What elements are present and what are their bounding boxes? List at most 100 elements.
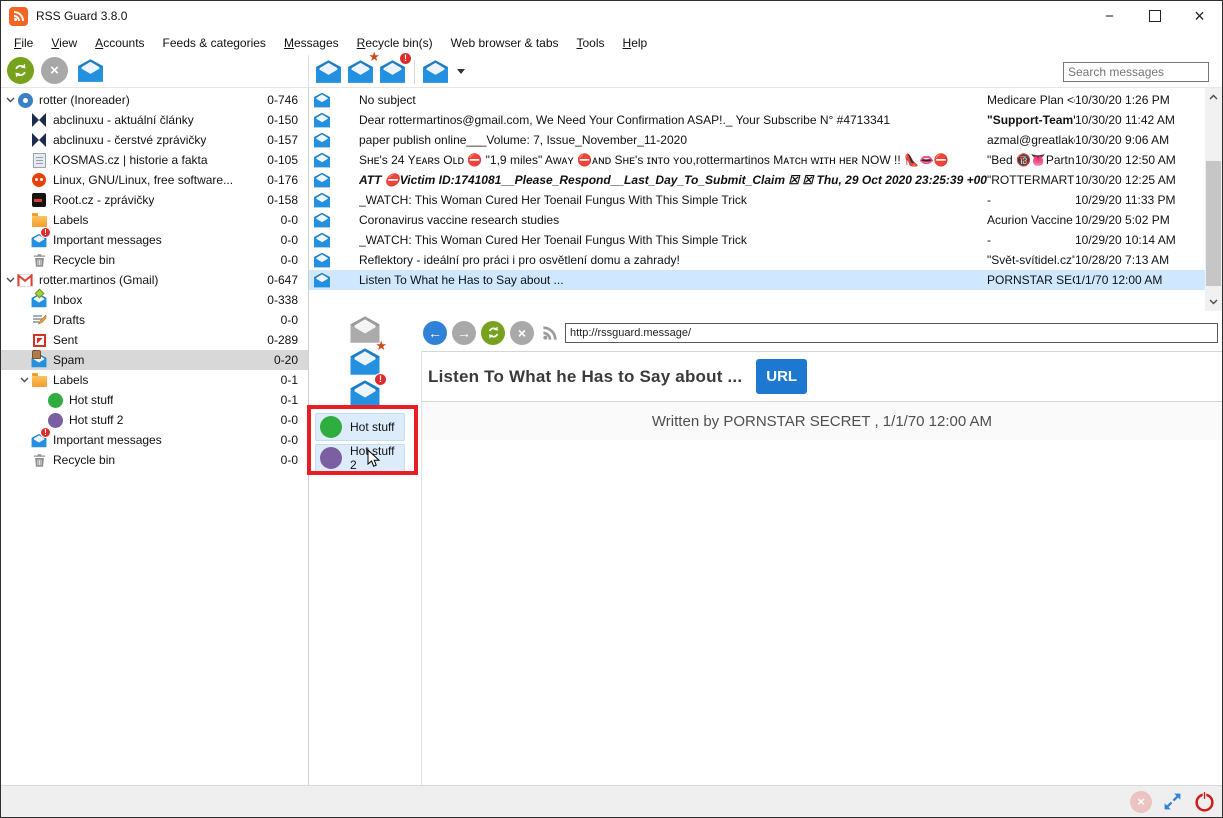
abclinuxu-icon [32,133,46,147]
exclamation-badge-icon: ! [40,427,51,438]
mark-message-important-button[interactable]: ★ [345,58,375,85]
mark-important-button[interactable]: ★ [348,347,382,375]
message-row[interactable]: ATT ⛔Victim ID:1741081__Please_Respond__… [309,170,1222,190]
menu-tools[interactable]: Tools [568,33,614,53]
envelope-icon [313,172,331,188]
chevron-down-icon[interactable] [3,277,17,283]
close-button[interactable]: × [1177,1,1222,31]
drafts-pencil-icon [32,313,47,327]
chevron-down-icon[interactable] [3,97,17,103]
folder-icon [32,216,47,227]
address-bar-input[interactable] [565,323,1218,343]
message-row[interactable]: Coronavirus vaccine research studies Acu… [309,210,1222,230]
message-body [421,440,1222,785]
stop-button[interactable]: × [510,321,534,345]
menu-help[interactable]: Help [614,33,657,53]
envelope-icon [313,92,331,108]
mark-message-read-button[interactable] [313,58,343,85]
envelope-icon [313,112,331,128]
scroll-down-icon[interactable] [1205,294,1222,310]
stop-running-tasks-button[interactable]: × [41,57,68,84]
feed-item-linux-gnu[interactable]: Linux, GNU/Linux, free software... 0-176 [1,170,308,190]
feed-item-kosmas[interactable]: KOSMAS.cz | historie a fakta 0-105 [1,150,308,170]
message-actions-dropdown-button[interactable] [420,58,450,85]
menu-view[interactable]: View [42,33,86,53]
message-list-scrollbar[interactable] [1205,88,1222,311]
message-row-selected[interactable]: Listen To What he Has to Say about ... P… [309,270,1222,290]
exclamation-badge-icon: ! [40,227,51,238]
label-circle-purple-icon [48,413,63,428]
inoreader-icon [18,93,33,108]
mark-all-read-button[interactable] [75,57,105,84]
feed-item-rootcz[interactable]: Root.cz - zprávičky 0-158 [1,190,308,210]
message-row[interactable]: Reflektory - ideální pro práci i pro osv… [309,250,1222,270]
forward-button[interactable]: → [452,321,476,345]
message-row[interactable]: paper publish online___Volume: 7, Issue_… [309,130,1222,150]
message-row[interactable]: Dear rottermartinos@gmail.com, We Need Y… [309,110,1222,130]
back-button[interactable]: ← [423,321,447,345]
feed-item-important-inoreader[interactable]: ! Important messages 0-0 [1,230,308,250]
feed-item-drafts[interactable]: Drafts 0-0 [1,310,308,330]
toolbar-row: × ★ ! [1,55,1222,88]
dropdown-caret-icon[interactable] [457,69,465,74]
feed-item-sent[interactable]: Sent 0-289 [1,330,308,350]
abclinuxu-icon [32,113,46,127]
feed-item-recycle-inoreader[interactable]: Recycle bin 0-0 [1,250,308,270]
mark-message-unread-button[interactable]: ! [377,58,407,85]
label-button-hot-stuff-2[interactable]: Hot stuff 2 [315,444,405,472]
message-row[interactable]: _WATCH: This Woman Cured Her Toenail Fun… [309,230,1222,250]
app-window: RSS Guard 3.8.0 − × File View Accounts F… [0,0,1223,818]
fullscreen-toggle-button[interactable] [1162,791,1183,812]
exclamation-badge-icon: ! [374,373,387,386]
chevron-down-icon[interactable] [17,377,31,383]
envelope-icon [313,272,331,288]
menu-recycle-bins[interactable]: Recycle bin(s) [348,33,442,53]
feed-item-inoreader-account[interactable]: rotter (Inoreader) 0-746 [1,90,308,110]
label-button-hot-stuff[interactable]: Hot stuff [315,413,405,441]
messages-toolbar: ★ ! [313,58,465,85]
message-url-button[interactable]: URL [756,359,807,394]
feed-item-inbox[interactable]: Inbox 0-338 [1,290,308,310]
message-row[interactable]: No subject Medicare Plan <e... 10/30/20 … [309,90,1222,110]
scrollbar-thumb[interactable] [1206,161,1221,286]
feed-item-gmail-account[interactable]: rotter.martinos (Gmail) 0-647 [1,270,308,290]
label-circle-green-icon [48,393,63,408]
mark-unread-button[interactable]: ! [348,379,382,407]
feed-item-spam[interactable]: Spam 0-20 [1,350,308,370]
minimize-button[interactable]: − [1087,1,1132,31]
mouse-cursor-icon [367,449,381,469]
reddit-icon [32,173,46,187]
menu-file[interactable]: File [5,33,42,53]
label-circle-green-icon [320,416,342,438]
menu-bar: File View Accounts Feeds & categories Me… [1,31,1222,55]
quit-power-button[interactable] [1193,790,1216,813]
scroll-up-icon[interactable] [1205,89,1222,105]
maximize-button[interactable] [1132,1,1177,31]
message-row[interactable]: _WATCH: This Woman Cured Her Toenail Fun… [309,190,1222,210]
feed-item-recycle-gmail[interactable]: Recycle bin 0-0 [1,450,308,470]
sent-stamp-icon [33,334,46,347]
menu-messages[interactable]: Messages [275,33,348,53]
feed-item-labels-gmail[interactable]: Labels 0-1 [1,370,308,390]
feed-item-abclinuxu-clanky[interactable]: abclinuxu - aktuální články 0-150 [1,110,308,130]
gmail-icon [17,274,33,287]
rss-guard-logo-icon [9,7,28,26]
menu-accounts[interactable]: Accounts [86,33,153,53]
message-preview-pane: ← → × Listen To What he Has to Say about… [421,311,1222,785]
status-bar: × [1,785,1222,817]
label-circle-purple-icon [320,447,342,469]
feed-item-abclinuxu-zpravicky[interactable]: abclinuxu - čerstvé zprávičky 0-157 [1,130,308,150]
book-icon [33,153,46,168]
right-panel: No subject Medicare Plan <e... 10/30/20 … [309,88,1222,785]
feed-item-hot-stuff[interactable]: Hot stuff 0-1 [1,390,308,410]
message-row[interactable]: Sʜᴇ's 24 Yᴇᴀʀs Oʟᴅ ⛔ "1,9 miles" Aᴡᴀʏ ⛔ᴀ… [309,150,1222,170]
envelope-icon [313,232,331,248]
search-messages-input[interactable] [1063,62,1209,82]
menu-feeds-categories[interactable]: Feeds & categories [154,33,275,53]
reload-button[interactable] [481,321,505,345]
feed-item-important-gmail[interactable]: ! Important messages 0-0 [1,430,308,450]
menu-web-browser-tabs[interactable]: Web browser & tabs [442,33,568,53]
update-feeds-button[interactable] [7,57,34,84]
envelope-icon [313,192,331,208]
preview-region: ★ ! Hot stuff Hot stuff 2 [309,311,1222,785]
